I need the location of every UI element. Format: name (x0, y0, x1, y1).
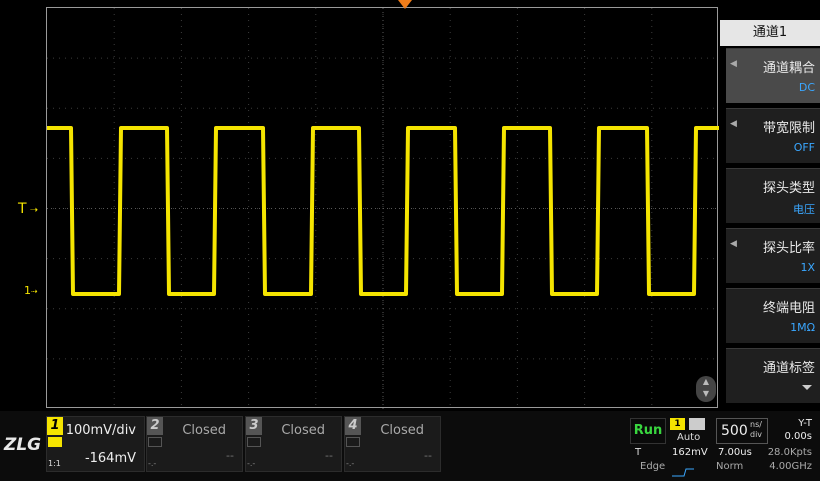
channel1-offset-marker[interactable]: 1⇢ (24, 284, 38, 297)
waveform-display[interactable] (46, 7, 719, 409)
trigger-type: Edge (640, 461, 666, 472)
timebase-box[interactable]: 500 ns/ div (716, 418, 768, 444)
display-mode: Y-T (798, 418, 812, 429)
channel-number: 2 (147, 417, 163, 435)
menu-item-bandwidth-limit[interactable]: ◀ 带宽限制 OFF (726, 108, 820, 163)
menu-item-label: 通道耦合 (762, 61, 815, 76)
menu-item-value: 电压 (793, 203, 815, 216)
channel-status: Closed (182, 423, 226, 438)
coupling-icon (148, 437, 162, 447)
menu-item-label: 终端电阻 (762, 301, 815, 316)
menu-item-value: DC (798, 81, 815, 94)
left-arrow-icon: ◀ (730, 239, 737, 249)
menu-item-label: 带宽限制 (762, 121, 815, 136)
trigger-level-marker[interactable]: T ➝ (18, 201, 38, 217)
channel-number: 3 (246, 417, 262, 435)
sample-rate: 4.00GHz (769, 461, 812, 472)
horizontal-offset: 0.00s (784, 431, 812, 442)
probe-ratio: -.- (148, 459, 157, 468)
channel-number: 1 (47, 417, 63, 435)
probe-ratio: 1:1 (48, 459, 61, 468)
channel-1-box[interactable]: 1 1:1 100mV/div -164mV (46, 416, 145, 472)
menu-item-label: 探头比率 (762, 241, 815, 256)
menu-item-value: 1MΩ (790, 321, 815, 334)
run-stop-indicator[interactable]: Run (630, 418, 666, 444)
acquisition-mode: Norm (716, 461, 744, 472)
trigger-level-label: T (18, 201, 27, 217)
left-arrow-icon: ◀ (730, 59, 737, 69)
menu-icon (689, 418, 705, 430)
chevron-down-icon (802, 385, 812, 390)
trigger-source-label: T (635, 447, 642, 458)
trigger-level-readout: 162mV (672, 447, 708, 458)
ground-arrow-icon: ⇢ (31, 287, 38, 296)
menu-item-label: 探头类型 (762, 181, 815, 196)
channel-status: Closed (380, 423, 424, 438)
menu-item-coupling[interactable]: ◀ 通道耦合 DC (726, 48, 820, 103)
timebase-value: 500 (721, 423, 748, 439)
menu-item-label: 通道标签 (762, 361, 815, 376)
trigger-channel-badge: 1 (670, 418, 685, 430)
channel-offset: -164mV (84, 451, 136, 466)
menu-title: 通道1 (720, 20, 820, 46)
channel-menu: 通道1 ◀ 通道耦合 DC ◀ 带宽限制 OFF 探头类型 电压 ◀ 探头比率 … (720, 20, 820, 410)
timebase-unit-top: ns/ (750, 420, 762, 429)
trigger-mode: Auto (677, 432, 701, 443)
channel-scale: 100mV/div (65, 423, 136, 438)
coupling-icon (346, 437, 360, 447)
channel-2-box[interactable]: 2 -.- Closed -- (146, 416, 243, 472)
menu-item-channel-label[interactable]: 通道标签 (726, 348, 820, 403)
left-arrow-icon: ◀ (730, 119, 737, 129)
menu-item-value: OFF (793, 141, 815, 154)
waveform-svg (47, 8, 719, 409)
probe-ratio: -.- (346, 459, 355, 468)
channel-3-box[interactable]: 3 -.- Closed -- (245, 416, 342, 472)
timebase-unit-bottom: div (750, 430, 763, 439)
memory-depth: 28.0Kpts (767, 447, 812, 458)
coupling-icon (247, 437, 261, 447)
arrow-right-icon: ➝ (26, 205, 39, 216)
menu-item-probe-type[interactable]: 探头类型 电压 (726, 168, 820, 223)
scroll-updown-icon[interactable]: ▲ ▼ (696, 376, 716, 402)
coupling-icon (48, 437, 62, 447)
menu-item-probe-ratio[interactable]: ◀ 探头比率 1X (726, 228, 820, 283)
trigger-position-marker[interactable] (398, 0, 412, 9)
channel-status: Closed (281, 423, 325, 438)
channel-4-box[interactable]: 4 -.- Closed -- (344, 416, 441, 472)
channel-number: 4 (345, 417, 361, 435)
channel1-marker-label: 1 (24, 284, 31, 297)
time-delay: 7.00us (718, 447, 752, 458)
channel-offset: -- (226, 449, 234, 462)
rising-edge-icon (672, 462, 702, 477)
brand-logo: ZLG (4, 435, 42, 455)
channel-offset: -- (424, 449, 432, 462)
menu-item-value: 1X (800, 261, 815, 274)
probe-ratio: -.- (247, 459, 256, 468)
channel-offset: -- (325, 449, 333, 462)
menu-item-termination[interactable]: 终端电阻 1MΩ (726, 288, 820, 343)
